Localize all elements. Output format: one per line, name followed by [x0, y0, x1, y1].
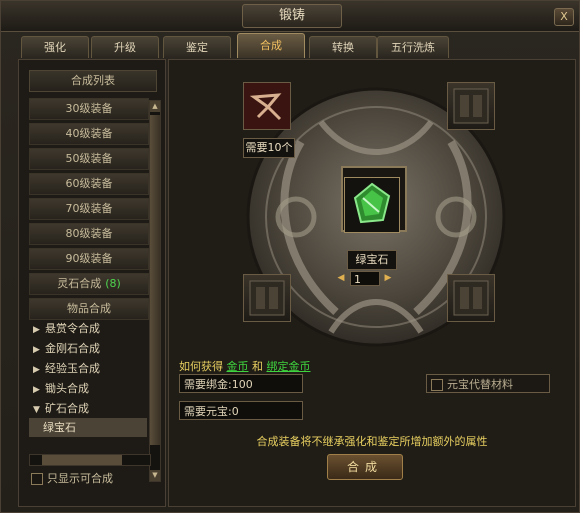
category-50[interactable]: 50级装备	[29, 148, 149, 170]
count-badge: (8)	[105, 277, 121, 290]
scroll-down-icon[interactable]: ▼	[150, 470, 160, 481]
need-yuanbao-field: 需要元宝:0	[179, 401, 303, 420]
locked-slot-icon	[453, 88, 489, 124]
howto-and: 和	[252, 360, 263, 373]
expand-arrow-icon: ▶	[33, 365, 40, 375]
how-to-obtain: 如何获得 金币 和 绑定金币	[179, 358, 311, 374]
expand-arrow-icon: ▶	[33, 385, 40, 395]
category-label: 30级装备	[65, 102, 113, 115]
emerald-gem-icon	[345, 178, 399, 232]
close-button[interactable]: X	[554, 8, 574, 26]
horizontal-scroll-thumb[interactable]	[42, 455, 122, 465]
category-30[interactable]: 30级装备	[29, 98, 149, 120]
quantity-input[interactable]: 1	[350, 271, 380, 286]
tree-item-diamond[interactable]: ▶ 金刚石合成	[33, 339, 153, 359]
target-item-slot[interactable]	[344, 177, 400, 233]
quantity-decrease-icon[interactable]: ◀	[335, 271, 347, 285]
yuanbao-substitute-checkbox[interactable]	[431, 379, 443, 391]
required-count-label: 需要10个	[243, 138, 295, 158]
category-label: 40级装备	[65, 127, 113, 140]
category-40[interactable]: 40级装备	[29, 123, 149, 145]
forge-window: 锻铸 X 强化 升级 鉴定 合成 转换 五行洗炼 合成列表 30级装备 40级装…	[0, 0, 580, 513]
category-70[interactable]: 70级装备	[29, 198, 149, 220]
material-ore-icon	[244, 83, 290, 129]
category-label: 90级装备	[65, 252, 113, 265]
tab-appraise[interactable]: 鉴定	[163, 36, 231, 58]
empty-slot-top-right[interactable]	[447, 82, 495, 130]
howto-prefix: 如何获得	[179, 360, 223, 373]
tree-item-hoe[interactable]: ▶ 锄头合成	[33, 379, 153, 399]
list-scrollbar[interactable]: ▲ ▼	[149, 100, 161, 482]
yuanbao-substitute-toggle[interactable]: 元宝代替材料	[426, 374, 550, 393]
category-80[interactable]: 80级装备	[29, 223, 149, 245]
tree-item-label: 悬赏令合成	[45, 322, 100, 335]
only-composable-toggle[interactable]: 只显示可合成	[31, 471, 113, 487]
horizontal-scrollbar[interactable]	[29, 454, 151, 466]
tab-enhance[interactable]: 强化	[21, 36, 89, 58]
collapse-arrow-icon: ▼	[33, 405, 40, 415]
tree-item-label: 矿石合成	[45, 402, 89, 415]
gold-link[interactable]: 金币	[227, 360, 249, 373]
tree-item-label: 金刚石合成	[45, 342, 100, 355]
only-composable-checkbox[interactable]	[31, 473, 43, 485]
bound-gold-link[interactable]: 绑定金币	[267, 360, 311, 373]
compose-list-panel: 合成列表 30级装备 40级装备 50级装备 60级装备 70级装备 80级装备…	[18, 59, 166, 507]
expand-arrow-icon: ▶	[33, 325, 40, 335]
only-composable-label: 只显示可合成	[47, 472, 113, 485]
tab-convert[interactable]: 转换	[309, 36, 377, 58]
material-slot[interactable]	[243, 82, 291, 130]
compose-detail-panel: 需要10个 绿宝石 ◀ 1 ▶ 如何获得 金币 和 绑定金币 需要绑金:100 …	[168, 59, 576, 507]
category-90[interactable]: 90级装备	[29, 248, 149, 270]
category-label: 70级装备	[65, 202, 113, 215]
scroll-thumb[interactable]	[150, 115, 160, 445]
tree-item-exp-jade[interactable]: ▶ 经验玉合成	[33, 359, 153, 379]
category-label: 灵石合成	[57, 277, 102, 290]
category-spirit-stone[interactable]: 灵石合成 (8)	[29, 273, 149, 295]
tree-item-label: 经验玉合成	[45, 362, 100, 375]
compose-button[interactable]: 合成	[327, 454, 403, 480]
tree-item-ore[interactable]: ▼ 矿石合成	[33, 399, 153, 419]
expand-arrow-icon: ▶	[33, 345, 40, 355]
tree-leaf-emerald[interactable]: 绿宝石	[29, 418, 147, 437]
tab-upgrade[interactable]: 升级	[91, 36, 159, 58]
compose-list-header: 合成列表	[29, 70, 157, 92]
tab-five-elements[interactable]: 五行洗炼	[377, 36, 449, 58]
empty-slot-bottom-left[interactable]	[243, 274, 291, 322]
scroll-up-icon[interactable]: ▲	[150, 101, 160, 112]
category-label: 60级装备	[65, 177, 113, 190]
tree-item-bounty[interactable]: ▶ 悬赏令合成	[33, 319, 153, 339]
category-60[interactable]: 60级装备	[29, 173, 149, 195]
need-bound-gold-field: 需要绑金:100	[179, 374, 303, 393]
target-item-name: 绿宝石	[347, 250, 397, 270]
yuanbao-substitute-label: 元宝代替材料	[447, 378, 513, 391]
quantity-increase-icon[interactable]: ▶	[382, 271, 394, 285]
locked-slot-icon	[249, 280, 285, 316]
compose-notice: 合成装备将不继承强化和鉴定所增加额外的属性	[256, 435, 488, 448]
tab-compose[interactable]: 合成	[237, 33, 305, 58]
tree-item-label: 锄头合成	[45, 382, 89, 395]
empty-slot-bottom-right[interactable]	[447, 274, 495, 322]
window-title: 锻铸	[242, 4, 342, 28]
title-bar[interactable]: 锻铸 X	[1, 1, 579, 32]
category-label: 物品合成	[67, 302, 111, 315]
category-item-compose[interactable]: 物品合成	[29, 298, 149, 320]
category-label: 50级装备	[65, 152, 113, 165]
locked-slot-icon	[453, 280, 489, 316]
category-label: 80级装备	[65, 227, 113, 240]
